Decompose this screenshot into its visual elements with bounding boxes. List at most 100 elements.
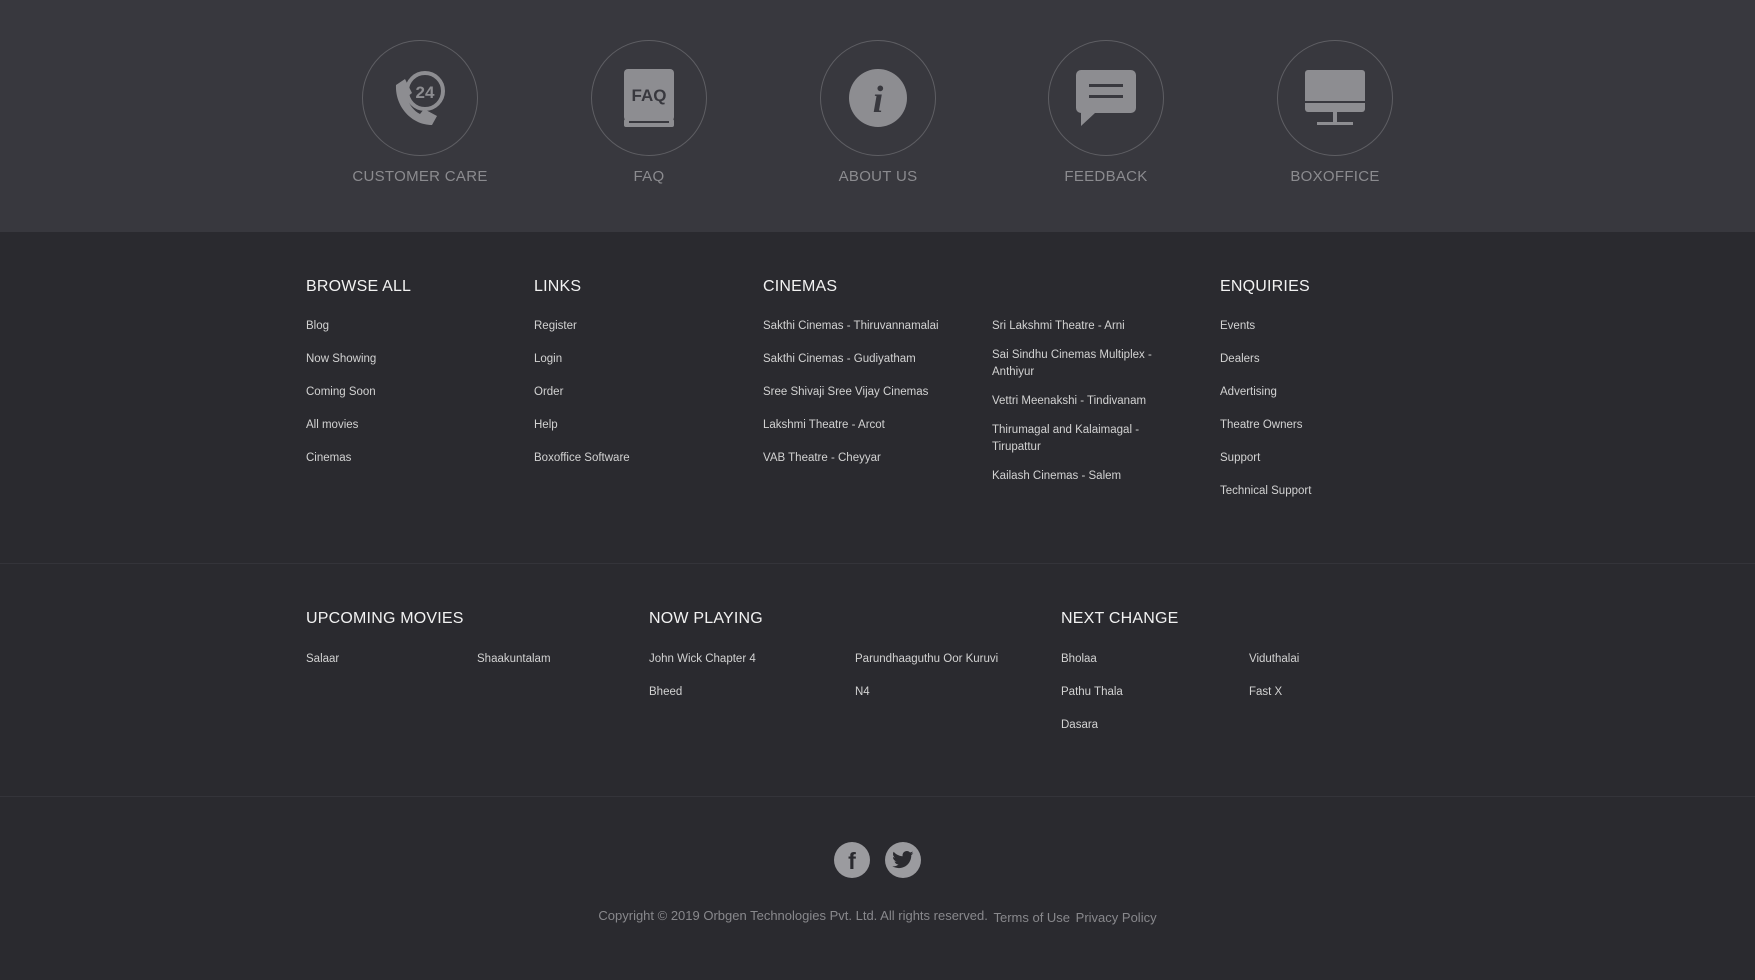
links-list: Register Login Order Help Boxoffice Soft… <box>534 318 630 467</box>
upcoming-movies-heading: UPCOMING MOVIES <box>306 610 464 627</box>
info-icon: i <box>849 69 907 127</box>
browse-all-column: BROWSE ALL Blog Now Showing Coming Soon … <box>306 278 411 483</box>
links-heading: LINKS <box>534 278 582 295</box>
faq-book-icon: FAQ <box>624 69 674 127</box>
links-item[interactable]: Register <box>534 318 630 335</box>
quick-links-bar: 24 CUSTOMER CARE FAQ FAQ i ABOUT US FEED… <box>0 0 1755 232</box>
browse-all-item[interactable]: Now Showing <box>306 351 411 368</box>
footer-bottom: f Copyright © 2019 Orbgen Technologies P… <box>0 797 1755 980</box>
upcoming-movies-column-2: Shaakuntalam <box>477 630 551 684</box>
now-playing-heading: NOW PLAYING <box>649 610 763 627</box>
movies-section: UPCOMING MOVIES Salaar Shaakuntalam NOW … <box>0 564 1755 796</box>
movie-item[interactable]: N4 <box>855 684 998 701</box>
movie-item[interactable]: Dasara <box>1061 717 1178 734</box>
about-us-link[interactable]: i ABOUT US <box>788 40 968 185</box>
next-change-list-2: Viduthalai Fast X <box>1249 651 1299 701</box>
cinema-item[interactable]: Sri Lakshmi Theatre - Arni <box>992 318 1167 335</box>
movie-item[interactable]: John Wick Chapter 4 <box>649 651 763 668</box>
upcoming-list-2: Shaakuntalam <box>477 651 551 668</box>
phone-24-icon: 24 <box>395 71 445 125</box>
copyright-text: Copyright © 2019 Orbgen Technologies Pvt… <box>598 908 988 923</box>
movie-item[interactable]: Fast X <box>1249 684 1299 701</box>
facebook-button[interactable]: f <box>834 842 870 878</box>
movie-item[interactable]: Bholaa <box>1061 651 1178 668</box>
facebook-icon: f <box>848 848 856 874</box>
cinema-item[interactable]: Sree Shivaji Sree Vijay Cinemas <box>763 384 963 401</box>
movie-item[interactable]: Viduthalai <box>1249 651 1299 668</box>
customer-care-circle: 24 <box>362 40 478 156</box>
cinema-item[interactable]: Lakshmi Theatre - Arcot <box>763 417 963 434</box>
browse-all-list: Blog Now Showing Coming Soon All movies … <box>306 318 411 467</box>
cinema-item[interactable]: Sai Sindhu Cinemas Multiplex - Anthiyur <box>992 347 1167 381</box>
faq-link[interactable]: FAQ FAQ <box>559 40 739 185</box>
browse-all-heading: BROWSE ALL <box>306 278 412 295</box>
now-playing-column-2: Parundhaaguthu Oor Kuruvi N4 <box>855 630 998 717</box>
cinemas-column-2: Sri Lakshmi Theatre - Arni Sai Sindhu Ci… <box>992 298 1167 497</box>
movie-item[interactable]: Parundhaaguthu Oor Kuruvi <box>855 651 998 668</box>
faq-icon-text: FAQ <box>632 86 667 105</box>
boxoffice-circle <box>1277 40 1393 156</box>
next-change-column: NEXT CHANGE Bholaa Pathu Thala Dasara <box>1061 610 1178 750</box>
links-item[interactable]: Order <box>534 384 630 401</box>
cinema-item[interactable]: Sakthi Cinemas - Thiruvannamalai <box>763 318 963 335</box>
feedback-link[interactable]: FEEDBACK <box>1016 40 1196 185</box>
next-change-list-1: Bholaa Pathu Thala Dasara <box>1061 651 1178 734</box>
faq-label: FAQ <box>633 168 665 185</box>
about-us-circle: i <box>820 40 936 156</box>
twitter-icon <box>892 851 914 869</box>
cinemas-column: CINEMAS Sakthi Cinemas - Thiruvannamalai… <box>763 278 963 483</box>
now-playing-column: NOW PLAYING John Wick Chapter 4 Bheed <box>649 610 763 717</box>
faq-circle: FAQ <box>591 40 707 156</box>
movie-item[interactable]: Shaakuntalam <box>477 651 551 668</box>
about-us-label: ABOUT US <box>838 168 918 185</box>
cinemas-heading: CINEMAS <box>763 278 838 295</box>
phone-24-text: 24 <box>416 83 435 102</box>
twitter-button[interactable] <box>885 842 921 878</box>
info-icon-text: i <box>873 79 884 121</box>
privacy-policy-link[interactable]: Privacy Policy <box>1076 910 1157 925</box>
enquiries-item[interactable]: Theatre Owners <box>1220 417 1311 434</box>
enquiries-item[interactable]: Support <box>1220 450 1311 467</box>
enquiries-list: Events Dealers Advertising Theatre Owner… <box>1220 318 1311 500</box>
upcoming-list-1: Salaar <box>306 651 464 668</box>
cinemas-list-1: Sakthi Cinemas - Thiruvannamalai Sakthi … <box>763 318 963 467</box>
enquiries-heading: ENQUIRIES <box>1220 278 1310 295</box>
chat-bubble-icon <box>1076 70 1136 126</box>
links-column: LINKS Register Login Order Help Boxoffic… <box>534 278 630 483</box>
movie-item[interactable]: Bheed <box>649 684 763 701</box>
browse-all-item[interactable]: Blog <box>306 318 411 335</box>
movie-item[interactable]: Salaar <box>306 651 464 668</box>
boxoffice-link[interactable]: BOXOFFICE <box>1245 40 1425 185</box>
enquiries-column: ENQUIRIES Events Dealers Advertising The… <box>1220 278 1311 516</box>
links-item[interactable]: Boxoffice Software <box>534 450 630 467</box>
enquiries-item[interactable]: Dealers <box>1220 351 1311 368</box>
monitor-icon <box>1305 70 1365 125</box>
boxoffice-label: BOXOFFICE <box>1290 168 1380 185</box>
cinema-item[interactable]: Thirumagal and Kalaimagal - Tirupattur <box>992 422 1167 456</box>
cinemas-list-2: Sri Lakshmi Theatre - Arni Sai Sindhu Ci… <box>992 318 1167 485</box>
movie-item[interactable]: Pathu Thala <box>1061 684 1178 701</box>
copyright-row: Copyright © 2019 Orbgen Technologies Pvt… <box>0 908 1755 925</box>
enquiries-item[interactable]: Advertising <box>1220 384 1311 401</box>
browse-all-item[interactable]: Coming Soon <box>306 384 411 401</box>
cinema-item[interactable]: Kailash Cinemas - Salem <box>992 468 1167 485</box>
cinema-item[interactable]: VAB Theatre - Cheyyar <box>763 450 963 467</box>
terms-of-use-link[interactable]: Terms of Use <box>993 910 1070 925</box>
feedback-circle <box>1048 40 1164 156</box>
browse-all-item[interactable]: All movies <box>306 417 411 434</box>
feedback-label: FEEDBACK <box>1064 168 1148 185</box>
facebook-glyph: f <box>848 848 856 874</box>
links-item[interactable]: Login <box>534 351 630 368</box>
next-change-heading: NEXT CHANGE <box>1061 610 1179 627</box>
now-playing-list-2: Parundhaaguthu Oor Kuruvi N4 <box>855 651 998 701</box>
now-playing-list-1: John Wick Chapter 4 Bheed <box>649 651 763 701</box>
links-item[interactable]: Help <box>534 417 630 434</box>
browse-all-item[interactable]: Cinemas <box>306 450 411 467</box>
footer-links-section: BROWSE ALL Blog Now Showing Coming Soon … <box>0 232 1755 563</box>
customer-care-link[interactable]: 24 CUSTOMER CARE <box>330 40 510 185</box>
enquiries-item[interactable]: Events <box>1220 318 1311 335</box>
cinema-item[interactable]: Vettri Meenakshi - Tindivanam <box>992 393 1167 410</box>
cinema-item[interactable]: Sakthi Cinemas - Gudiyatham <box>763 351 963 368</box>
enquiries-item[interactable]: Technical Support <box>1220 483 1311 500</box>
next-change-column-2: Viduthalai Fast X <box>1249 630 1299 717</box>
